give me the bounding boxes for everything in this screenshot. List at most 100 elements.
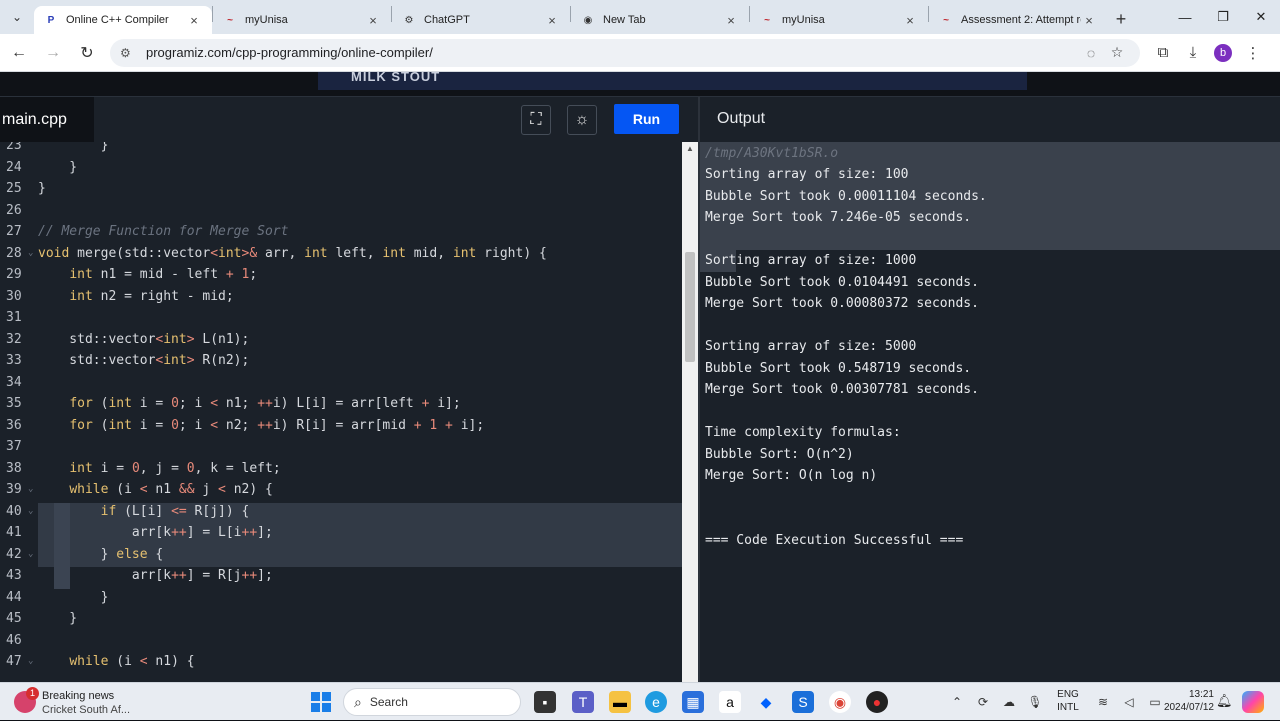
line-number: 45 [6,611,22,626]
site-info-icon[interactable]: ⚙ [120,46,138,60]
recording-app-icon[interactable]: ● [866,691,888,713]
more-menu-icon[interactable]: ⋮ [1238,44,1268,62]
code-text: } else { [38,546,164,562]
code-line: 41 arr[k++] = L[i++]; [0,522,682,544]
browser-tab[interactable]: ~ Assessment 2: Attempt re × [929,6,1107,34]
news-widget[interactable]: 1 Breaking news Cricket South Af... [14,687,144,717]
browser-tab[interactable]: ~ myUnisa × [213,6,391,34]
tab-close-icon[interactable]: × [1081,13,1097,28]
eye-off-icon[interactable]: ◌ [1078,45,1104,61]
line-number: 46 [6,632,22,648]
notification-bell-icon[interactable]: 🔔︎ [1216,693,1233,709]
tab-title: New Tab [603,14,646,26]
fold-chevron-icon[interactable]: ⌄ [28,479,33,501]
teams-icon[interactable]: T [572,691,594,713]
code-line: 26 [0,200,682,222]
file-explorer-icon[interactable]: ▬ [609,691,631,713]
download-icon[interactable]: ⤓ [1178,44,1208,61]
bookmark-star-icon[interactable]: ☆ [1104,44,1130,61]
code-line: 46 [0,630,682,652]
tab-close-icon[interactable]: × [902,13,918,28]
tab-search-chevron-icon[interactable]: ⌄ [0,0,34,34]
output-line: Merge Sort: O(n log n) [705,468,878,483]
taskbar-search[interactable]: ⌕ Search [343,688,521,716]
line-number: 32 [6,331,22,347]
run-button[interactable]: Run [614,104,679,134]
clock[interactable]: 13:21 2024/07/12 [1156,688,1214,714]
browser-toolbar: ← → ↻ ⚙ programiz.com/cpp-programming/on… [0,34,1280,72]
output-line: Time complexity formulas: [705,425,901,440]
line-number: 29 [6,267,22,282]
browser-tab[interactable]: P Online C++ Compiler × [34,6,212,34]
output-line: Merge Sort took 0.00080372 seconds. [705,296,979,311]
restore-icon[interactable]: ❐ [1204,0,1242,34]
scrollbar-thumb[interactable] [685,252,695,362]
minimize-icon[interactable]: — [1166,0,1204,34]
code-text: } [38,181,46,196]
tab-title: myUnisa [782,14,825,26]
tab-favicon-icon: ◉ [583,14,593,26]
dropbox-icon[interactable]: ◆ [755,691,777,713]
line-number: 43 [6,568,22,583]
tab-title: Assessment 2: Attempt re [961,14,1081,26]
output-console[interactable]: /tmp/A30Kvt1bSR.o Sorting array of size:… [698,142,1280,682]
code-line: 47 ⌄ while (i < n1) { [0,651,682,673]
code-line: 43 arr[k++] = R[j++]; [0,565,682,587]
sync-icon[interactable]: ⟳ [970,695,996,709]
code-text: } [38,589,109,605]
line-number: 31 [6,310,22,325]
fold-chevron-icon[interactable]: ⌄ [28,544,33,566]
cloud-off-icon[interactable]: ☁ [996,695,1022,709]
fold-chevron-icon[interactable]: ⌄ [28,243,33,265]
browser-tab[interactable]: ~ myUnisa × [750,6,928,34]
code-text: void merge(std::vector<int>& arr, int le… [38,245,547,261]
code-line: 34 [0,372,682,394]
back-arrow-icon[interactable]: ← [4,38,34,68]
close-window-icon[interactable]: ✕ [1242,0,1280,34]
address-bar[interactable]: ⚙ programiz.com/cpp-programming/online-c… [110,38,1140,67]
browser-tab[interactable]: ◉ New Tab × [571,6,749,34]
fullscreen-icon[interactable]: ⛶ [521,105,551,135]
tab-close-icon[interactable]: × [544,13,560,28]
microphone-icon[interactable]: 🎙 [1022,695,1048,709]
reload-icon[interactable]: ↻ [72,38,102,68]
code-line: 42 ⌄ } else { [0,544,682,566]
tab-close-icon[interactable]: × [365,13,381,28]
amazon-icon[interactable]: a [719,691,741,713]
editor-scrollbar[interactable]: ▲ [682,142,698,682]
app-s-icon[interactable]: S [792,691,814,713]
tab-close-icon[interactable]: × [186,13,202,28]
extensions-icon[interactable]: ⧉ [1148,44,1178,61]
forward-arrow-icon[interactable]: → [38,38,68,68]
task-view-icon[interactable]: ▪ [534,691,556,713]
profile-avatar[interactable]: b [1214,43,1232,62]
file-tab-main-cpp[interactable]: main.cpp [2,97,94,143]
browser-tab[interactable]: ⚙ ChatGPT × [392,6,570,34]
show-hidden-icons-chevron-icon[interactable]: ⌃ [944,695,970,709]
edge-icon[interactable]: e [645,691,667,713]
new-tab-button[interactable]: + [1107,9,1135,30]
code-line: 40 ⌄ if (L[i] <= R[j]) { [0,501,682,523]
store-icon[interactable]: ▦ [682,691,704,713]
code-line: 44 } [0,587,682,609]
ad-banner[interactable]: MILK STOUT [318,72,1027,90]
windows-start-icon[interactable] [311,692,331,712]
theme-sun-icon[interactable]: ☼ [567,105,597,135]
scroll-up-icon[interactable]: ▲ [686,144,694,153]
output-line: Merge Sort took 0.00307781 seconds. [705,382,979,397]
output-line: Bubble Sort took 0.00011104 seconds. [705,188,987,204]
code-line: 35 for (int i = 0; i < n1; ++i) L[i] = a… [0,393,682,415]
chrome-icon[interactable]: ◉ [829,691,851,713]
search-icon: ⌕ [354,693,362,710]
lang-top: ENG [1057,689,1079,700]
copilot-icon[interactable] [1242,691,1264,713]
tab-favicon-icon: P [47,14,55,26]
tab-close-icon[interactable]: × [723,13,739,28]
code-text: int i = 0, j = 0, k = left; [69,460,281,476]
fold-chevron-icon[interactable]: ⌄ [28,651,33,673]
language-indicator[interactable]: ENG INTL [1055,688,1081,714]
code-editor[interactable]: 23 } 24 } 25} 26 27// Merge Function for Mer… [0,142,682,682]
code-line: 27 // Merge Function for Merge Sort [0,221,682,243]
fold-chevron-icon[interactable]: ⌄ [28,501,33,523]
output-tmp-path: /tmp/A30Kvt1bSR.o [705,146,839,161]
